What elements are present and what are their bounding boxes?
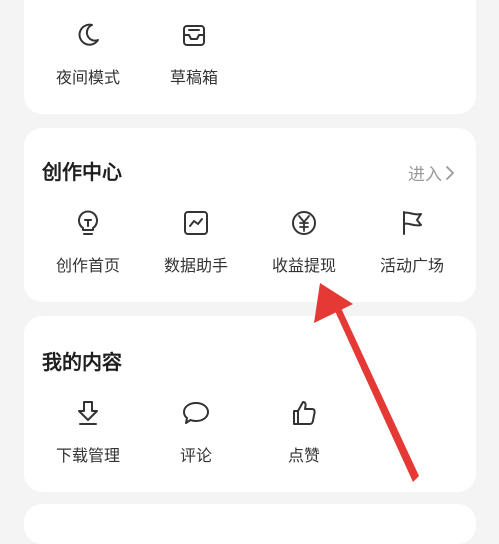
likes-label: 点赞 (287, 446, 320, 465)
comment-bubble-icon (183, 402, 209, 424)
creation-home-item[interactable]: 创作首页 (38, 208, 138, 276)
yen-coin-icon (292, 211, 316, 235)
lightbulb-icon (78, 210, 98, 235)
flag-icon (403, 211, 422, 235)
my-content-card: 我的内容 下载管理 评论 点赞 (24, 316, 476, 492)
activity-square-label: 活动广场 (379, 256, 444, 275)
download-icon (78, 401, 98, 425)
my-content-title: 我的内容 (42, 350, 122, 374)
chart-line-icon (184, 211, 208, 235)
drafts-inbox-icon (183, 25, 205, 46)
next-card (24, 504, 476, 544)
data-assistant-label: 数据助手 (163, 256, 228, 275)
download-manager-label: 下载管理 (55, 446, 120, 465)
drafts-label: 草稿箱 (169, 68, 218, 87)
creation-center-card: 创作中心 进入 创作首页 数据助手 收益提现 活动广场 (24, 128, 476, 302)
chevron-right-icon (446, 165, 454, 180)
download-manager-item[interactable]: 下载管理 (38, 398, 138, 466)
earnings-withdraw-label: 收益提现 (271, 256, 336, 275)
creation-center-title: 创作中心 (42, 160, 122, 184)
enter-label: 进入 (408, 165, 442, 185)
tools-card: 夜间模式 草稿箱 (24, 0, 476, 114)
earnings-withdraw-item[interactable]: 收益提现 (254, 208, 354, 276)
comments-item[interactable]: 评论 (146, 398, 246, 466)
data-assistant-item[interactable]: 数据助手 (146, 208, 246, 276)
drafts-item[interactable]: 草稿箱 (144, 20, 244, 88)
thumbs-up-icon (293, 401, 316, 425)
enter-link[interactable]: 进入 (408, 160, 456, 185)
likes-item[interactable]: 点赞 (254, 398, 354, 466)
moon-icon (78, 23, 99, 46)
night-mode-item[interactable]: 夜间模式 (38, 20, 138, 88)
night-mode-label: 夜间模式 (55, 68, 120, 87)
activity-square-item[interactable]: 活动广场 (362, 208, 462, 276)
creation-home-label: 创作首页 (55, 256, 120, 275)
comments-label: 评论 (179, 446, 212, 465)
